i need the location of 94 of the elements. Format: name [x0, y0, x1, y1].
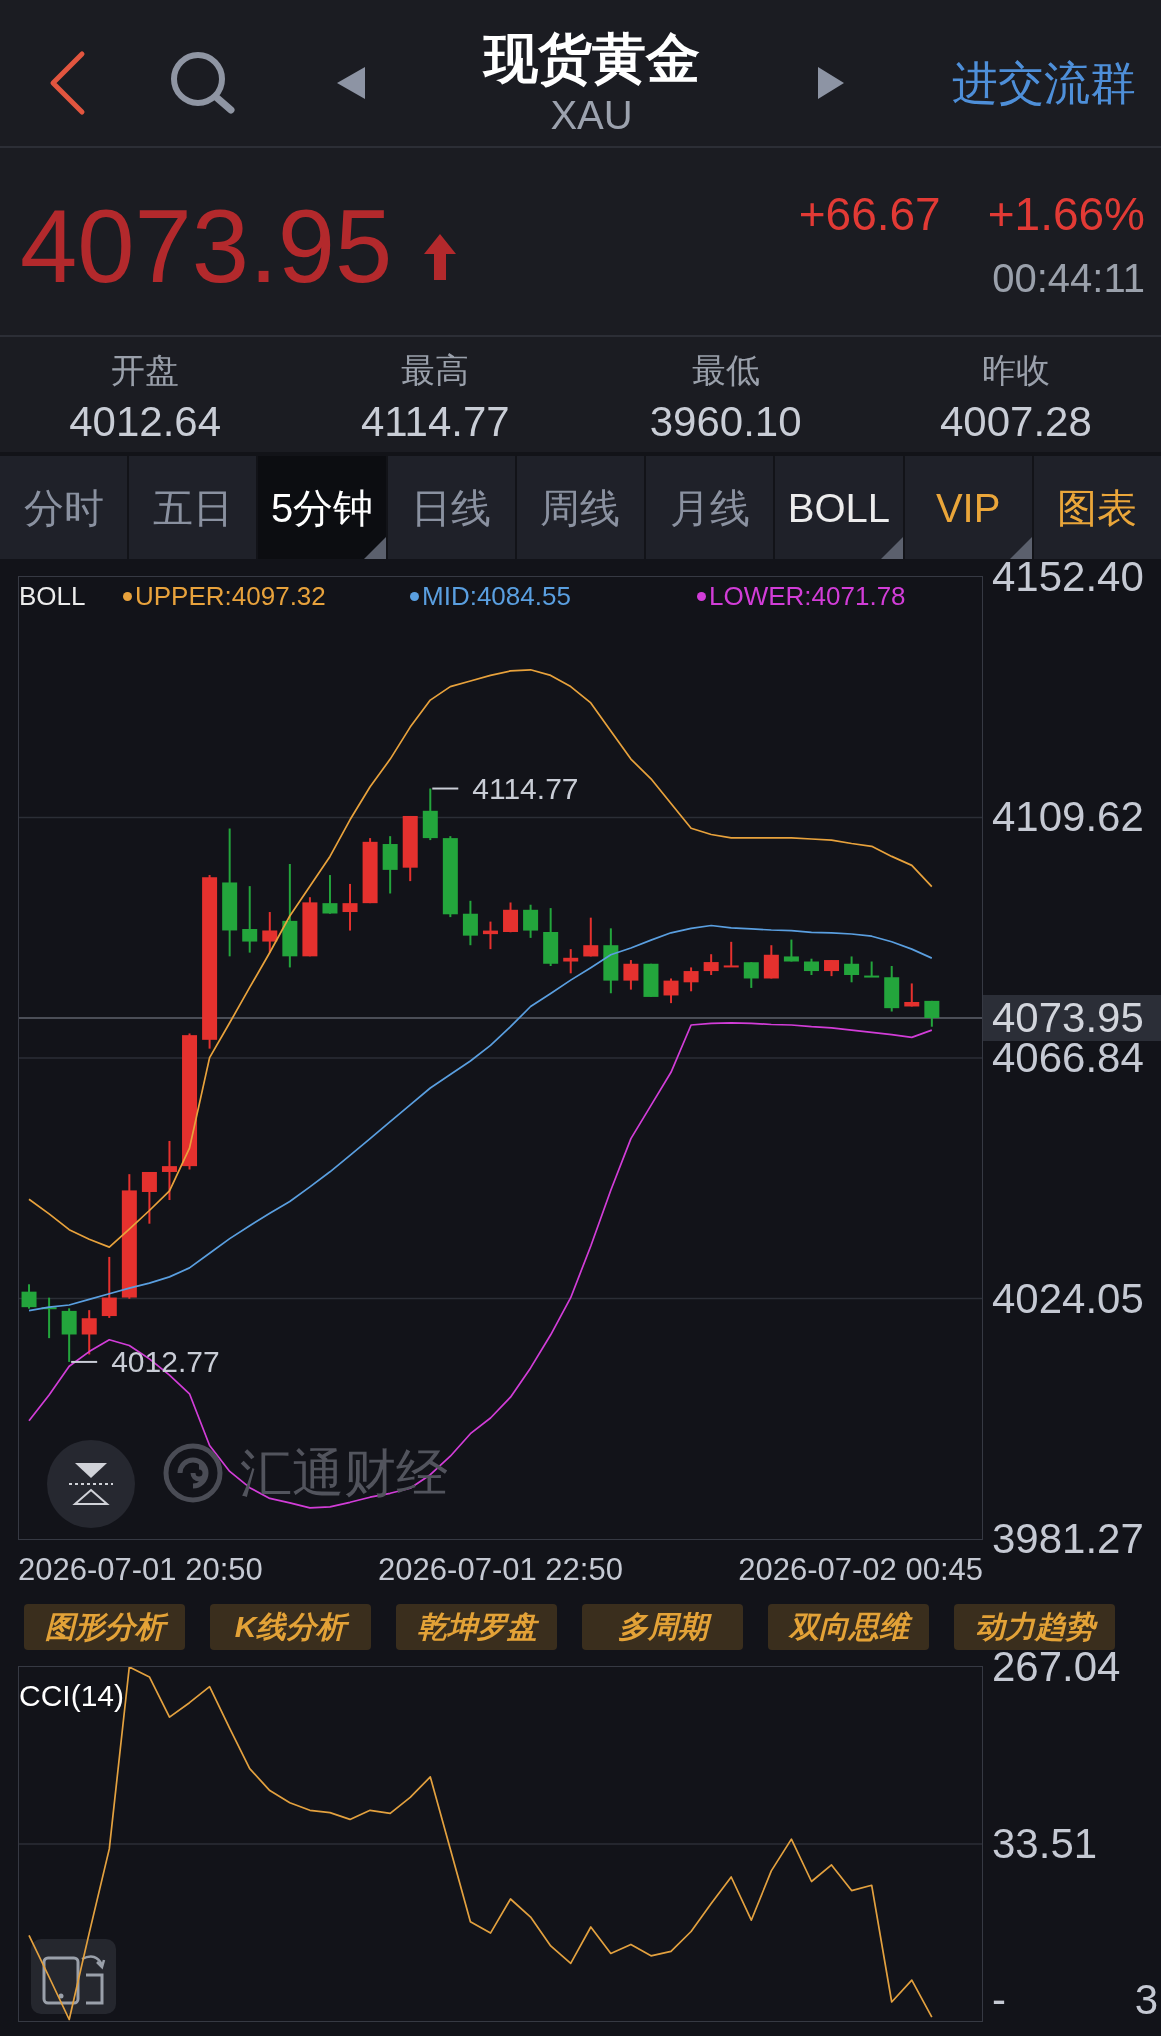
percent-change: +1.66%: [987, 191, 1145, 237]
stat-value: 4007.28: [939, 401, 1092, 443]
tab[interactable]: VIP: [904, 456, 1032, 559]
rising-candle: [703, 953, 719, 976]
tool-button[interactable]: 乾坤罗盘: [396, 1604, 557, 1650]
price-tag: 4073.95: [983, 995, 1161, 1041]
tool-button[interactable]: 图形分析: [24, 1604, 185, 1650]
axis-label: 33.51: [992, 1827, 1098, 1861]
tab[interactable]: 5分钟: [258, 456, 386, 559]
tool-button[interactable]: 多周期: [582, 1604, 743, 1650]
axis-label: 3981.27: [992, 1522, 1144, 1556]
indicator-name: BOLL: [19, 583, 87, 609]
falling-candle: [924, 999, 940, 1028]
tab[interactable]: 日线: [387, 456, 515, 559]
rising-candle: [81, 1309, 97, 1356]
rising-candle: [904, 982, 920, 1008]
rising-candle: [302, 896, 318, 958]
falling-candle: [884, 965, 900, 1013]
rising-candle: [563, 948, 579, 975]
falling-candle: [242, 885, 258, 954]
rising-candle: [402, 814, 418, 883]
stat-value: 3960.10: [649, 401, 802, 443]
stat-label: 最高: [401, 353, 470, 387]
time-label: 2026-07-02 00:45: [738, 1554, 983, 1585]
tab[interactable]: 图表: [1033, 456, 1161, 559]
rising-candle: [362, 837, 378, 905]
rising-candle: [723, 940, 739, 968]
leader-line: [70, 1360, 99, 1363]
legend-value: MID:4084.55: [422, 583, 571, 609]
falling-candle: [382, 835, 398, 895]
tab[interactable]: BOLL: [775, 456, 903, 559]
tab[interactable]: 周线: [516, 456, 645, 559]
falling-candle: [803, 957, 819, 976]
falling-candle: [603, 927, 619, 995]
rising-candle: [583, 916, 599, 958]
falling-candle: [462, 899, 478, 947]
rising-candle: [503, 901, 519, 934]
falling-candle: [322, 874, 338, 915]
axis-label: 4109.62: [992, 800, 1144, 835]
indicator-name: CCI(14): [19, 1681, 124, 1711]
legend-value: LOWER:4071.78: [709, 583, 906, 609]
falling-candle: [743, 961, 759, 989]
rising-candle: [141, 1171, 157, 1225]
falling-candle: [543, 907, 559, 967]
last-price: 4073.95: [20, 195, 393, 298]
falling-candle: [21, 1283, 37, 1310]
falling-candle: [523, 903, 539, 939]
quote-time: 00:44:11: [992, 258, 1145, 298]
axis-label: 4024.05: [992, 1281, 1144, 1316]
caret-left-icon: [337, 67, 365, 99]
rising-candle: [763, 944, 779, 980]
axis-label: 267.04: [992, 1650, 1121, 1684]
falling-candle: [783, 938, 799, 963]
rising-candle: [623, 959, 639, 991]
rotate-screen-button[interactable]: [31, 1939, 116, 2014]
stat-label: 开盘: [111, 353, 180, 387]
join-group-link[interactable]: 进交流群: [952, 60, 1136, 106]
rising-candle: [482, 920, 498, 951]
axis-label: 4066.84: [992, 1040, 1144, 1075]
triangles-icon: [67, 1463, 115, 1505]
tool-button[interactable]: 双向思维: [768, 1604, 929, 1650]
rising-candle: [663, 977, 679, 1005]
axis-label: -: [992, 1983, 1006, 2017]
stat-label: 最低: [691, 353, 760, 387]
tool-button[interactable]: K线分析: [210, 1604, 371, 1650]
caret-right-icon: [818, 67, 844, 99]
axis-label: 3: [1134, 1983, 1158, 2017]
stat-label: 昨收: [981, 353, 1050, 387]
rising-candle: [824, 959, 840, 978]
falling-candle: [422, 787, 438, 842]
tab[interactable]: 月线: [646, 456, 774, 559]
rising-candle: [683, 966, 699, 993]
price-change: +66.67: [798, 191, 941, 237]
axis-label: 4152.40: [992, 560, 1144, 594]
falling-candle: [864, 960, 880, 978]
falling-candle: [61, 1307, 77, 1363]
legend-value: UPPER:4097.32: [135, 583, 326, 609]
price-label: 4114.77: [472, 772, 579, 806]
leader-line: [431, 787, 460, 790]
time-label: 2026-07-01 22:50: [378, 1554, 623, 1585]
falling-candle: [643, 962, 659, 998]
rising-candle: [161, 1139, 177, 1202]
rising-candle: [262, 911, 278, 954]
stat-value: 4114.77: [361, 401, 510, 443]
stat-value: 4012.64: [69, 401, 222, 443]
tool-button[interactable]: 动力趋势: [954, 1604, 1115, 1650]
search-icon: [169, 51, 237, 115]
falling-candle: [844, 955, 860, 984]
rising-candle: [342, 882, 358, 932]
tab[interactable]: 五日: [129, 456, 257, 559]
symbol-code: XAU: [550, 95, 633, 135]
time-label: 2026-07-01 20:50: [18, 1554, 263, 1585]
tab[interactable]: 分时: [0, 456, 128, 559]
rising-candle: [101, 1255, 117, 1319]
